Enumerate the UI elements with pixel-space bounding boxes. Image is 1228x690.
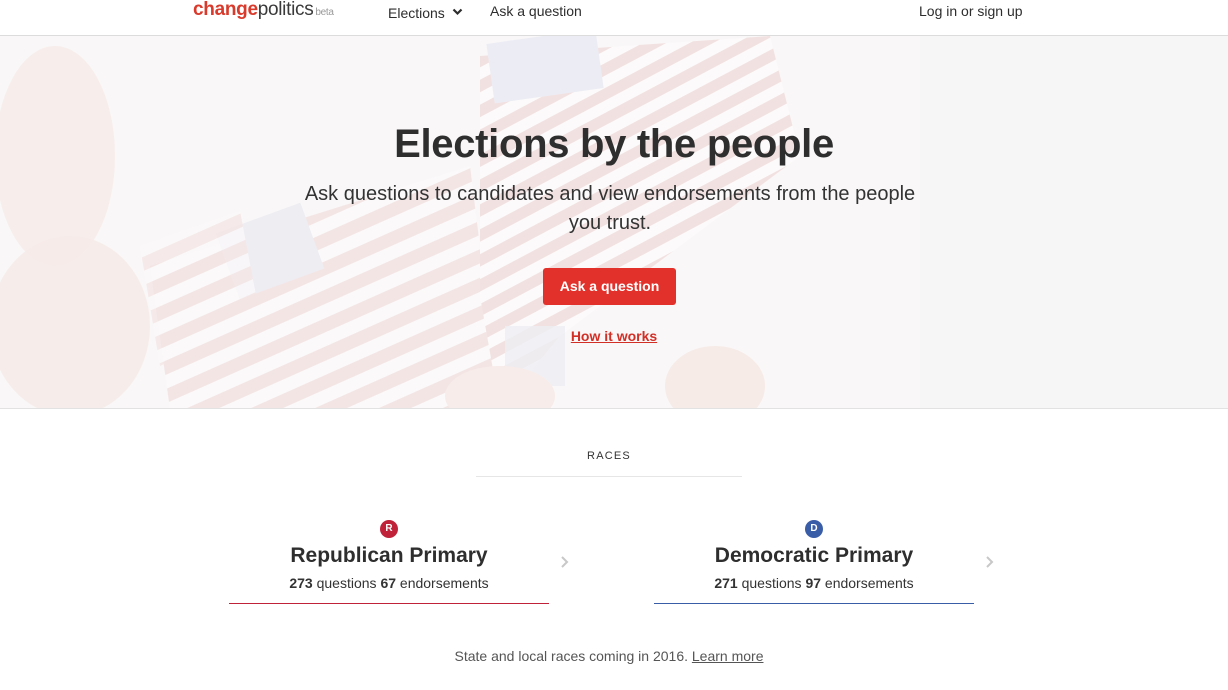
elections-menu[interactable]: Elections	[388, 2, 463, 22]
chevron-right-icon[interactable]	[560, 554, 570, 570]
questions-count: 273	[289, 575, 313, 591]
endorsements-label: endorsements	[399, 575, 489, 591]
ask-question-button[interactable]: Ask a question	[543, 268, 676, 305]
endorsements-label: endorsements	[824, 575, 914, 591]
beta-badge: beta	[315, 7, 334, 18]
logo-change-text: change	[193, 0, 258, 20]
endorsements-count: 67	[380, 575, 397, 591]
coming-soon-note: State and local races coming in 2016. Le…	[0, 648, 1218, 664]
hero-subtitle: Ask questions to candidates and view end…	[304, 183, 916, 234]
republican-badge-icon: R	[380, 520, 398, 538]
democrat-badge-icon: D	[805, 520, 823, 538]
top-navigation-bar: changepolitics beta Elections Ask a quest…	[0, 0, 1228, 36]
republican-primary-card[interactable]: R Republican Primary 273 questions 67 en…	[229, 518, 549, 604]
races-divider	[476, 476, 742, 477]
site-logo[interactable]: changepolitics beta	[193, 0, 334, 25]
race-stats: 271 questions 97 endorsements	[654, 575, 974, 591]
races-section-heading: RACES	[587, 450, 631, 462]
endorsements-count: 97	[805, 575, 822, 591]
login-signup-link[interactable]: Log in or sign up	[919, 2, 1023, 20]
nav-ask-question-link[interactable]: Ask a question	[490, 2, 582, 20]
race-stats: 273 questions 67 endorsements	[229, 575, 549, 591]
race-name: Democratic Primary	[714, 544, 914, 567]
learn-more-link[interactable]: Learn more	[692, 648, 764, 664]
democratic-primary-card[interactable]: D Democratic Primary 271 questions 97 en…	[654, 518, 974, 604]
how-it-works-link[interactable]: How it works	[0, 328, 1228, 344]
elections-menu-label: Elections	[388, 5, 445, 21]
hero-title: Elections by the people	[394, 122, 834, 166]
race-name: Republican Primary	[290, 544, 488, 567]
chevron-right-icon[interactable]	[985, 554, 995, 570]
questions-label: questions	[316, 575, 377, 591]
questions-label: questions	[741, 575, 802, 591]
chevron-down-icon	[452, 2, 463, 20]
logo-politics-text: politics	[257, 0, 314, 20]
hero-section: Elections by the people Ask questions to…	[0, 36, 1228, 409]
questions-count: 271	[714, 575, 738, 591]
coming-soon-text: State and local races coming in 2016.	[454, 648, 688, 664]
